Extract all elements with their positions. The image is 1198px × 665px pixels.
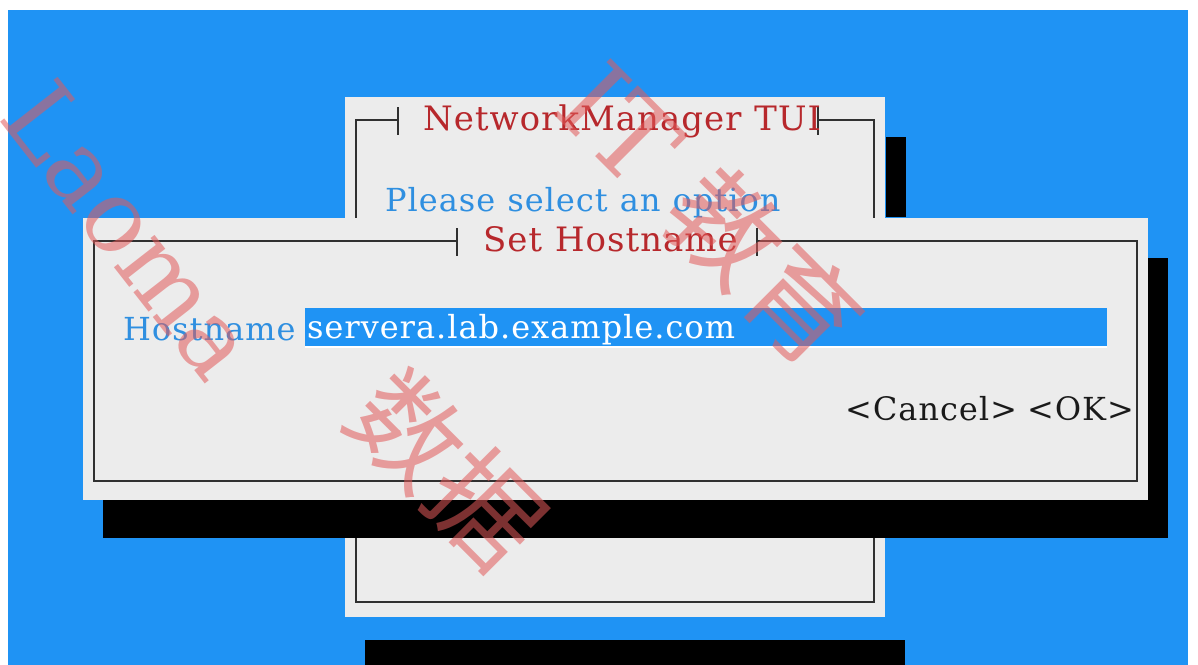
hostname-dialog-shadow-bottom [103,500,1168,538]
terminal-screen: NetworkManager TUI Please select an opti… [8,10,1188,665]
main-menu-shadow-side [886,137,906,217]
hostname-dialog-top-border-left [93,240,456,242]
cancel-button[interactable]: <Cancel> [845,390,1018,428]
main-menu-title: NetworkManager TUI [423,99,822,139]
hostname-label: Hostname [123,310,297,348]
hostname-dialog-title-tick-left [456,228,458,256]
hostname-dialog-title-tick-right [756,228,758,256]
main-menu-shadow [365,640,905,665]
hostname-dialog: Set Hostname Hostname <Cancel> <OK> [83,218,1148,500]
hostname-dialog-top-border-right [756,240,1138,242]
main-menu-title-tick-left [397,107,399,135]
ok-button[interactable]: <OK> [1027,390,1135,428]
hostname-input[interactable] [305,308,1107,348]
main-menu-top-border-right [817,119,875,121]
hostname-dialog-title: Set Hostname [483,220,739,260]
main-menu-subtitle: Please select an option [385,181,782,219]
hostname-dialog-frame [93,240,1138,482]
hostname-dialog-shadow-right [1148,258,1168,538]
main-menu-top-border-left [355,119,397,121]
